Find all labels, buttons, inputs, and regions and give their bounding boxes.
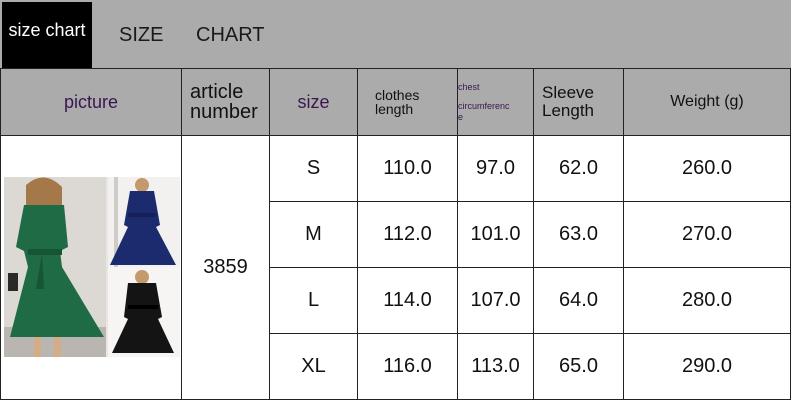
cell-sleeve: 63.0 [533,201,624,268]
cell-length: 114.0 [357,267,458,334]
cell-weight: 280.0 [623,267,791,334]
cell-weight: 290.0 [623,333,791,400]
cell-size: M [269,201,358,268]
table-header-row: picture article number size clothes leng… [0,68,791,136]
cell-sleeve: 64.0 [533,267,624,334]
header-article-line1: article [190,81,244,103]
header-article-number: article number [181,68,270,136]
dress-photo [4,177,180,357]
banner-size-word: SIZE [119,24,164,46]
header-article-line2: number [190,101,258,123]
product-picture-cell [0,135,182,400]
cell-chest: 107.0 [457,267,534,334]
cell-length: 110.0 [357,135,458,202]
size-chart-page: size chart SIZE CHART picture article nu… [0,0,791,400]
header-sleeve-line1: Sleeve [542,83,594,102]
cell-weight: 260.0 [623,135,791,202]
header-picture: picture [0,68,182,136]
header-chest-line3: e [458,111,464,122]
cell-sleeve: 65.0 [533,333,624,400]
article-number-cell: 3859 [181,135,270,400]
header-chest-line2: circumferenc [458,100,510,111]
header-chest-line1: chest [458,81,480,92]
header-clothes-length: clothes length [357,68,458,136]
header-size: size [269,68,358,136]
cell-sleeve: 62.0 [533,135,624,202]
title-banner: size chart SIZE CHART [0,0,791,68]
header-clothes-line2: length [375,101,414,117]
cell-chest: 97.0 [457,135,534,202]
size-table: picture article number size clothes leng… [0,68,791,400]
banner-chart-word: CHART [196,24,265,46]
header-weight: Weight (g) [623,68,791,136]
cell-size: S [269,135,358,202]
dress-illustration [4,177,180,357]
cell-weight: 270.0 [623,201,791,268]
header-chest-circumference: chest circumferenc e [457,68,534,136]
cell-length: 112.0 [357,201,458,268]
cell-size: L [269,267,358,334]
cell-chest: 113.0 [457,333,534,400]
cell-chest: 101.0 [457,201,534,268]
size-chart-tag: size chart [2,2,92,68]
header-sleeve-length: Sleeve Length [533,68,624,136]
cell-size: XL [269,333,358,400]
table-row: 3859 S 110.0 97.0 62.0 260.0 [0,135,791,400]
header-clothes-line1: clothes [375,87,420,103]
cell-length: 116.0 [357,333,458,400]
header-sleeve-line2: Length [542,101,594,120]
